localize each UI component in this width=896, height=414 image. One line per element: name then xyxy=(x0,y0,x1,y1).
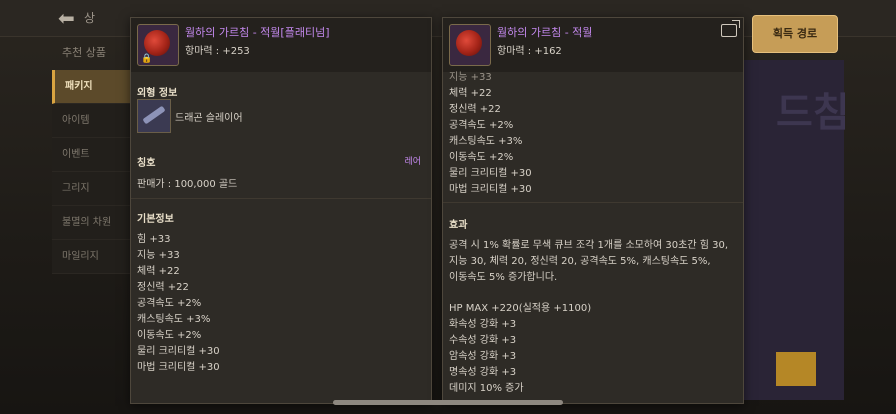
effect-line: 공격 시 1% 확률로 무색 큐브 조각 1개를 소모하여 30초간 힘 30, xyxy=(449,240,729,251)
item-tooltip-right: 월하의 가르침 - 적월 항마력 : +162 지능 +33 체력 +22 정신… xyxy=(442,17,744,404)
subtab-recommended[interactable]: 추천 상품 xyxy=(52,40,142,66)
stat-line: 물리 크리티컬 +30 xyxy=(449,168,532,179)
stat-line: 체력 +22 xyxy=(449,88,492,99)
appearance-section-title: 외형 정보 xyxy=(137,88,178,99)
appearance-name: 드래곤 슬레이어 xyxy=(175,113,243,124)
share-icon[interactable] xyxy=(721,20,740,37)
stat-line: 정신력 +22 xyxy=(449,104,501,115)
stat-line: 공격속도 +2% xyxy=(137,298,202,309)
extra-line: 데미지 10% 증가 xyxy=(449,383,524,394)
effect-title: 효과 xyxy=(449,220,468,231)
extra-line: 수속성 강화 +3 xyxy=(449,335,517,346)
stat-line: 공격속도 +2% xyxy=(449,120,514,131)
dragon-slayer-icon xyxy=(137,99,171,133)
stat-line: 정신력 +22 xyxy=(137,282,189,293)
back-arrow-icon[interactable]: ⬅ xyxy=(58,6,75,30)
tooltip-header: 🔒 월하의 가르침 - 적월[플래티넘] 항마력 : +253 xyxy=(131,18,431,72)
item-name: 월하의 가르침 - 적월 xyxy=(497,26,593,39)
page-title: 상 xyxy=(84,11,96,25)
stat-line: 이동속도 +2% xyxy=(449,152,514,163)
divider xyxy=(443,202,743,203)
item-tooltip-left: 🔒 월하의 가르침 - 적월[플래티넘] 항마력 : +253 외형 정보 드래… xyxy=(130,17,432,404)
sell-price: 판매가 : 100,000 골드 xyxy=(137,179,238,190)
sidebar-item-item[interactable]: 아이템 xyxy=(52,104,132,138)
stat-line: 캐스팅속도 +3% xyxy=(137,314,211,325)
sidebar-item-event[interactable]: 이벤트 xyxy=(52,138,132,172)
item-attack: 항마력 : +162 xyxy=(497,46,562,57)
extra-line: 명속성 강화 +3 xyxy=(449,367,517,378)
rarity-label: 레어 xyxy=(404,157,421,167)
extra-line: 암속성 강화 +3 xyxy=(449,351,517,362)
effect-line: 이동속도 5% 증가합니다. xyxy=(449,272,558,283)
stat-line-partial: 지능 +33 xyxy=(449,72,492,83)
stat-line: 지능 +33 xyxy=(137,250,180,261)
title-section-title: 칭호 xyxy=(137,158,156,169)
effect-line: 지능 30, 체력 20, 정신력 20, 공격속도 5%, 캐스팅속도 5%, xyxy=(449,256,711,267)
stat-line: 마법 크리티컬 +30 xyxy=(137,362,220,373)
stat-line: 캐스팅속도 +3% xyxy=(449,136,523,147)
banner-text: 드침 xyxy=(776,90,850,136)
stat-line: 마법 크리티컬 +30 xyxy=(449,184,532,195)
sidebar-item-mileage[interactable]: 마일리지 xyxy=(52,240,132,274)
red-moon-item-icon xyxy=(449,24,491,66)
red-moon-item-icon: 🔒 xyxy=(137,24,179,66)
stat-line: 물리 크리티컬 +30 xyxy=(137,346,220,357)
item-name: 월하의 가르침 - 적월[플래티넘] xyxy=(185,26,330,39)
item-attack: 항마력 : +253 xyxy=(185,46,250,57)
stat-line: 체력 +22 xyxy=(137,266,180,277)
extra-line: 화속성 강화 +3 xyxy=(449,319,517,330)
lock-icon: 🔒 xyxy=(141,54,153,64)
tooltip-header: 월하의 가르침 - 적월 항마력 : +162 xyxy=(443,18,743,72)
sidebar-item-4[interactable]: 그리지 xyxy=(52,172,132,206)
stat-line: 힘 +33 xyxy=(137,234,171,245)
shop-sidebar: 패키지 아이템 이벤트 그리지 불멸의 차원 마일리지 xyxy=(52,70,132,350)
acquire-route-button[interactable]: 획득 경로 xyxy=(752,15,838,53)
sidebar-item-package[interactable]: 패키지 xyxy=(52,70,132,104)
extra-line: HP MAX +220(실적용 +1100) xyxy=(449,303,592,314)
basic-info-title: 기본정보 xyxy=(137,214,174,225)
divider xyxy=(131,198,431,199)
gold-block xyxy=(776,352,816,386)
sidebar-item-5[interactable]: 불멸의 차원 xyxy=(52,206,132,240)
stat-line: 이동속도 +2% xyxy=(137,330,202,341)
home-indicator[interactable] xyxy=(333,400,563,405)
